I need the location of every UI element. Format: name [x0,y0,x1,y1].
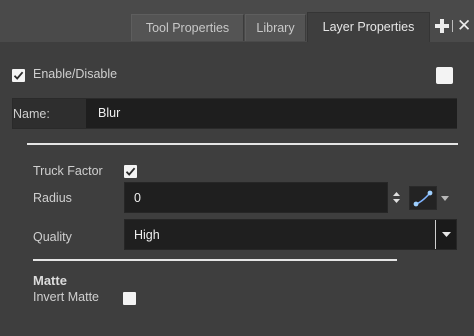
enable-label: Enable/Disable [33,67,118,81]
color-swatch[interactable] [436,67,453,84]
name-input[interactable]: Blur [86,99,457,128]
matte-divider [33,259,397,261]
quality-value: High [134,228,160,242]
truck-factor-label: Truck Factor [33,164,103,178]
radius-label: Radius [33,191,72,205]
close-icon[interactable]: ✕ [457,17,471,35]
name-label: Name: [13,107,50,121]
checkmark-icon [13,71,24,80]
tab-tool-properties[interactable]: Tool Properties [131,14,244,41]
tab-library[interactable]: Library [245,14,306,41]
tab-layer-properties[interactable]: Layer Properties [307,12,430,42]
section-divider [27,143,458,145]
enable-checkbox[interactable] [12,69,25,82]
truck-factor-checkbox[interactable] [124,165,137,178]
invert-matte-label: Invert Matte [33,290,99,304]
quality-dropdown-button[interactable] [435,220,456,249]
spin-arrows-icon[interactable] [393,192,400,203]
radius-input[interactable]: 0 [124,182,388,213]
quality-select[interactable]: High [124,219,457,250]
plus-icon[interactable] [435,19,449,33]
dropdown-arrow-icon [442,232,451,237]
invert-matte-checkbox[interactable] [123,292,136,305]
quality-label: Quality [33,230,72,244]
layer-properties-panel: Enable/Disable Name: Blur Truck Factor R… [0,42,474,336]
tab-bar: Tool Properties Library Layer Properties… [0,0,474,44]
name-row: Name: Blur [12,98,457,129]
tab-actions: ✕ [432,13,474,41]
chevron-down-icon[interactable] [441,196,449,201]
matte-title: Matte [33,273,67,288]
separator-icon [452,20,453,32]
function-curve-icon [413,190,433,207]
checkmark-icon [125,167,136,176]
function-curve-button[interactable] [409,186,437,210]
